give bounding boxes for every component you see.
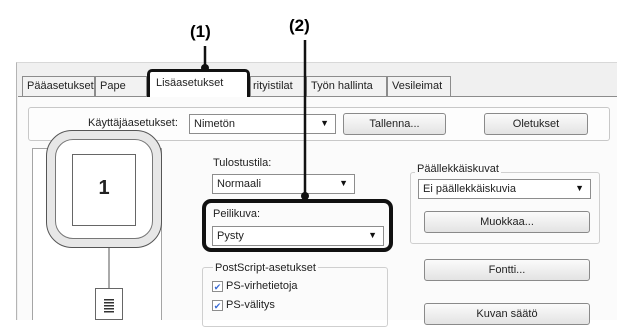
callout-dot-2 [301,192,309,200]
callout-lines-svg [201,40,309,200]
callout-dot-1 [201,64,209,72]
